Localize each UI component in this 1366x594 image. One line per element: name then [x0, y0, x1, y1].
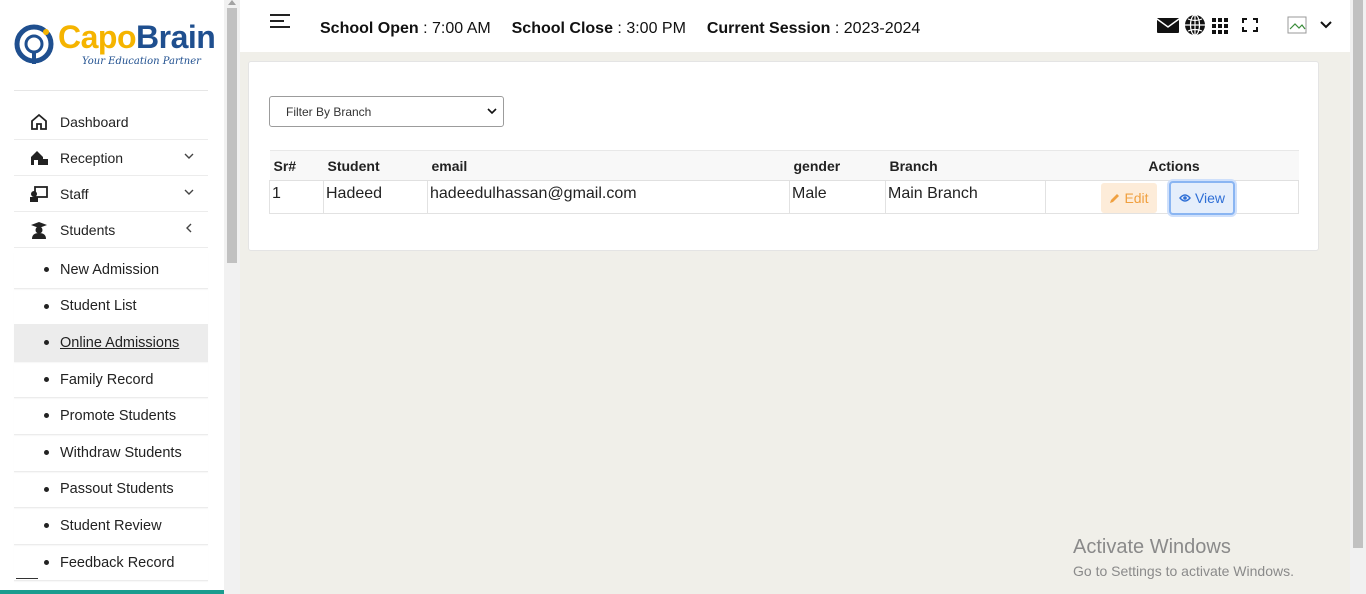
bullet-icon — [44, 303, 49, 309]
sidebar-nav: Dashboard Reception Staff Students New A… — [14, 104, 208, 582]
fullscreen-icon[interactable] — [1238, 14, 1262, 36]
sidebar-divider — [14, 90, 208, 91]
column-header-email: email — [427, 150, 790, 181]
sidebar-subitem-student-review[interactable]: Student Review — [14, 508, 208, 545]
sidebar-item-label: Reception — [60, 149, 124, 166]
sidebar-subitem-withdraw-students[interactable]: Withdraw Students — [14, 435, 208, 472]
bullet-icon — [44, 267, 49, 272]
profile-image-icon[interactable] — [1286, 14, 1310, 36]
column-header-branch: Branch — [885, 150, 1046, 181]
edit-button[interactable]: Edit — [1101, 183, 1157, 213]
column-header-actions: Actions — [1045, 150, 1299, 181]
apps-grid-icon[interactable] — [1208, 14, 1232, 36]
filter-by-branch-select[interactable]: Filter By Branch — [269, 96, 504, 127]
menu-toggle-icon[interactable] — [270, 14, 290, 32]
sidebar-item-label: Students — [60, 221, 116, 238]
page-scrollbar[interactable] — [1350, 0, 1366, 594]
eye-icon — [1179, 194, 1191, 202]
sidebar-subitem-new-admission[interactable]: New Admission — [14, 252, 208, 289]
edit-button-label: Edit — [1124, 190, 1149, 206]
scrollbar-thumb[interactable] — [1353, 0, 1363, 548]
chevron-down-icon — [184, 153, 194, 159]
reception-icon — [31, 151, 48, 165]
windows-activation-watermark: Activate Windows Go to Settings to activ… — [1073, 536, 1294, 579]
sidebar-subitem-online-admissions[interactable]: Online Admissions — [14, 325, 208, 362]
cell-sr: 1 — [269, 180, 324, 214]
watermark-title: Activate Windows — [1073, 536, 1231, 558]
logo-icon — [14, 24, 54, 64]
table-header-row: Sr# Student email gender Branch Actions — [269, 150, 1299, 181]
sidebar-subitem-label: Online Admissions — [60, 334, 180, 351]
session-label: Current Session — [706, 20, 831, 37]
school-close-label: School Close — [511, 20, 613, 37]
sidebar-subitem-label: Student List — [60, 298, 137, 315]
filter-placeholder: Filter By Branch — [286, 104, 372, 119]
sidebar-item-students[interactable]: Students — [14, 212, 208, 248]
school-open-label: School Open — [320, 20, 419, 37]
chevron-left-icon — [186, 223, 192, 233]
sidebar-subitem-label: Passout Students — [60, 481, 174, 498]
sidebar-item-label: Dashboard — [60, 113, 129, 130]
session-value: 2023-2024 — [843, 20, 921, 37]
sidebar-subitem-label: Student Review — [60, 517, 162, 534]
sidebar-item-staff[interactable]: Staff — [14, 176, 208, 212]
column-header-gender: gender — [789, 150, 886, 181]
cell-branch: Main Branch — [885, 180, 1046, 214]
home-icon — [31, 113, 47, 130]
watermark-subtitle: Go to Settings to activate Windows. — [1073, 563, 1294, 579]
globe-icon[interactable] — [1183, 14, 1207, 36]
sidebar-subitem-promote-students[interactable]: Promote Students — [14, 398, 208, 435]
sidebar-subitem-label: Promote Students — [60, 408, 177, 425]
bullet-icon — [44, 413, 49, 419]
sidebar-subitem-label: Feedback Record — [60, 554, 175, 571]
brand-logo[interactable]: CapoBrain Your Education Partner — [14, 18, 216, 78]
column-header-sr: Sr# — [269, 150, 324, 181]
staff-icon — [30, 186, 48, 202]
pencil-icon — [1110, 193, 1120, 203]
admissions-table: Sr# Student email gender Branch Actions … — [269, 150, 1299, 215]
sidebar-subitem-family-record[interactable]: Family Record — [14, 362, 208, 399]
column-header-student: Student — [323, 150, 428, 181]
sidebar-subitem-label: Family Record — [60, 371, 154, 388]
chevron-down-icon — [487, 108, 497, 115]
scrollbar-thumb[interactable] — [227, 8, 237, 263]
school-open-value: 7:00 AM — [432, 20, 491, 37]
bullet-icon — [44, 449, 49, 455]
sidebar-item-dashboard[interactable]: Dashboard — [14, 104, 208, 140]
cell-actions: Edit View — [1045, 180, 1299, 215]
mail-icon[interactable] — [1156, 14, 1180, 36]
view-button-label: View — [1194, 190, 1226, 206]
sidebar-scrollbar[interactable] — [224, 0, 240, 594]
school-info: School Open : 7:00 AM School Close : 3:0… — [320, 20, 921, 37]
sidebar-subitem-passout-students[interactable]: Passout Students — [14, 472, 208, 509]
bullet-icon — [44, 376, 49, 382]
bullet-icon — [44, 486, 49, 492]
student-icon — [31, 222, 47, 239]
scroll-up-arrow-icon[interactable] — [228, 0, 236, 5]
cell-gender: Male — [789, 180, 886, 214]
bullet-icon — [44, 340, 49, 346]
school-close-value: 3:00 PM — [626, 20, 686, 37]
brand-name: CapoBrain — [58, 19, 216, 55]
sidebar-subitem-label: Withdraw Students — [60, 444, 182, 461]
sidebar-subitem-student-list[interactable]: Student List — [14, 289, 208, 326]
bullet-icon — [44, 523, 49, 529]
table-row: 1 Hadeed hadeedulhassan@gmail.com Male M… — [269, 180, 1299, 215]
sidebar-item-reception[interactable]: Reception — [14, 140, 208, 176]
chevron-down-icon — [184, 189, 194, 195]
sidebar-accent-bar — [0, 590, 224, 594]
chevron-down-icon[interactable] — [1314, 14, 1338, 36]
sidebar-subitem-label: New Admission — [60, 261, 160, 278]
cell-email: hadeedulhassan@gmail.com — [427, 180, 790, 214]
top-bar: School Open : 7:00 AM School Close : 3:0… — [240, 0, 1350, 52]
sidebar: CapoBrain Your Education Partner Dashboa… — [0, 0, 224, 594]
sidebar-subitem-feedback-record[interactable]: Feedback Record — [14, 545, 208, 582]
cell-student: Hadeed — [323, 180, 428, 214]
view-button[interactable]: View — [1169, 181, 1235, 215]
brand-tagline: Your Education Partner — [82, 56, 201, 67]
online-admissions-card: Filter By Branch Sr# Student email gende… — [248, 61, 1319, 251]
sidebar-item-label: Staff — [60, 185, 89, 202]
bullet-icon — [44, 559, 49, 565]
sidebar-divider — [16, 578, 38, 579]
